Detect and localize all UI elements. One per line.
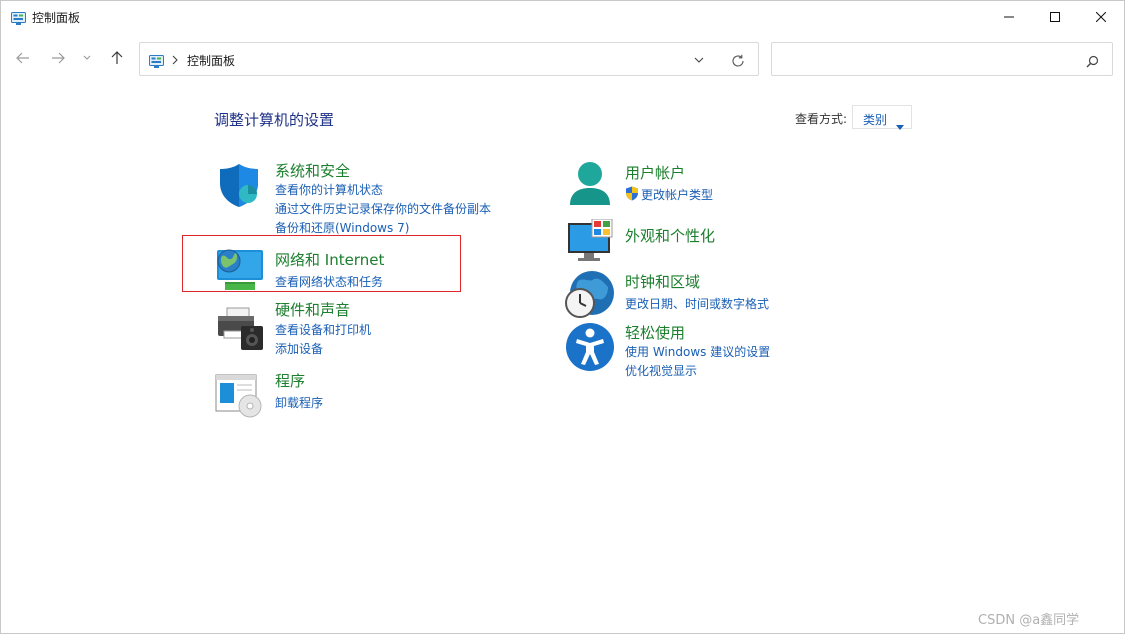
- category-programs[interactable]: 程序: [275, 370, 305, 391]
- highlight-annotation-box: [182, 235, 461, 292]
- title-bar: 控制面板: [1, 1, 1124, 33]
- link-uninstall-program[interactable]: 卸载程序: [275, 394, 323, 411]
- control-panel-icon: [11, 10, 26, 29]
- category-user-accounts[interactable]: 用户帐户: [625, 162, 685, 183]
- view-by-value: 类别: [863, 113, 888, 127]
- refresh-icon: [732, 54, 744, 67]
- refresh-button[interactable]: [729, 52, 747, 70]
- minimize-icon: [1004, 16, 1014, 18]
- programs-icon[interactable]: [214, 372, 266, 424]
- search-box[interactable]: [771, 42, 1113, 76]
- watermark-text: CSDN @a鑫同学: [978, 613, 1080, 628]
- link-optimize-visual-display[interactable]: 优化视觉显示: [625, 362, 697, 379]
- view-by-dropdown[interactable]: 类别: [852, 105, 912, 130]
- link-backup-restore[interactable]: 备份和还原(Windows 7): [275, 219, 409, 236]
- view-by-label: 查看方式:: [795, 112, 848, 126]
- accessibility-icon[interactable]: [565, 322, 617, 374]
- close-icon: [1096, 12, 1106, 22]
- category-system-security[interactable]: 系统和安全: [275, 160, 350, 181]
- link-devices-printers[interactable]: 查看设备和打印机: [275, 321, 371, 338]
- monitor-palette-icon[interactable]: [566, 218, 618, 271]
- link-view-computer-status[interactable]: 查看你的计算机状态: [275, 181, 383, 198]
- category-appearance-personalization[interactable]: 外观和个性化: [625, 225, 715, 246]
- link-add-device[interactable]: 添加设备: [275, 340, 323, 357]
- maximize-icon: [1050, 12, 1060, 22]
- page-title: 调整计算机的设置: [214, 111, 335, 129]
- category-clock-region[interactable]: 时钟和区域: [625, 271, 700, 292]
- shield-icon[interactable]: [215, 161, 267, 213]
- address-bar[interactable]: 控制面板: [139, 42, 759, 76]
- recent-locations-button[interactable]: [77, 45, 97, 71]
- control-panel-window: 控制面板 控制面板 调整计算机的设置 查看方式: 类别 系统和安全 查看你的计算…: [0, 0, 1125, 634]
- uac-shield-icon: [625, 186, 639, 205]
- arrow-right-icon: [52, 52, 65, 64]
- clock-globe-icon[interactable]: [564, 269, 616, 321]
- forward-button[interactable]: [45, 45, 71, 71]
- user-icon[interactable]: [566, 159, 618, 211]
- back-button[interactable]: [10, 45, 36, 71]
- arrow-left-icon: [16, 52, 29, 64]
- printer-speaker-icon[interactable]: [215, 304, 267, 356]
- chevron-right-icon[interactable]: [171, 52, 179, 71]
- category-ease-of-access[interactable]: 轻松使用: [625, 322, 685, 343]
- window-title: 控制面板: [32, 11, 81, 25]
- chevron-down-icon: [694, 57, 704, 63]
- category-hardware-sound[interactable]: 硬件和声音: [275, 299, 350, 320]
- breadcrumb-control-panel[interactable]: 控制面板: [187, 52, 235, 69]
- search-icon[interactable]: [1086, 53, 1099, 72]
- minimize-button[interactable]: [986, 1, 1032, 33]
- link-change-date-time-format[interactable]: 更改日期、时间或数字格式: [625, 295, 769, 312]
- search-input[interactable]: [780, 50, 1080, 70]
- control-panel-icon: [149, 53, 164, 72]
- link-change-account-type[interactable]: 更改帐户类型: [641, 186, 713, 203]
- caret-down-icon: [896, 115, 904, 134]
- arrow-up-icon: [111, 51, 123, 64]
- up-button[interactable]: [104, 45, 130, 71]
- link-windows-suggested-settings[interactable]: 使用 Windows 建议的设置: [625, 343, 770, 360]
- close-button[interactable]: [1078, 1, 1124, 33]
- address-dropdown-button[interactable]: [691, 52, 707, 68]
- chevron-down-icon: [83, 55, 91, 60]
- link-file-history-backup[interactable]: 通过文件历史记录保存你的文件备份副本: [275, 200, 491, 217]
- maximize-button[interactable]: [1032, 1, 1078, 33]
